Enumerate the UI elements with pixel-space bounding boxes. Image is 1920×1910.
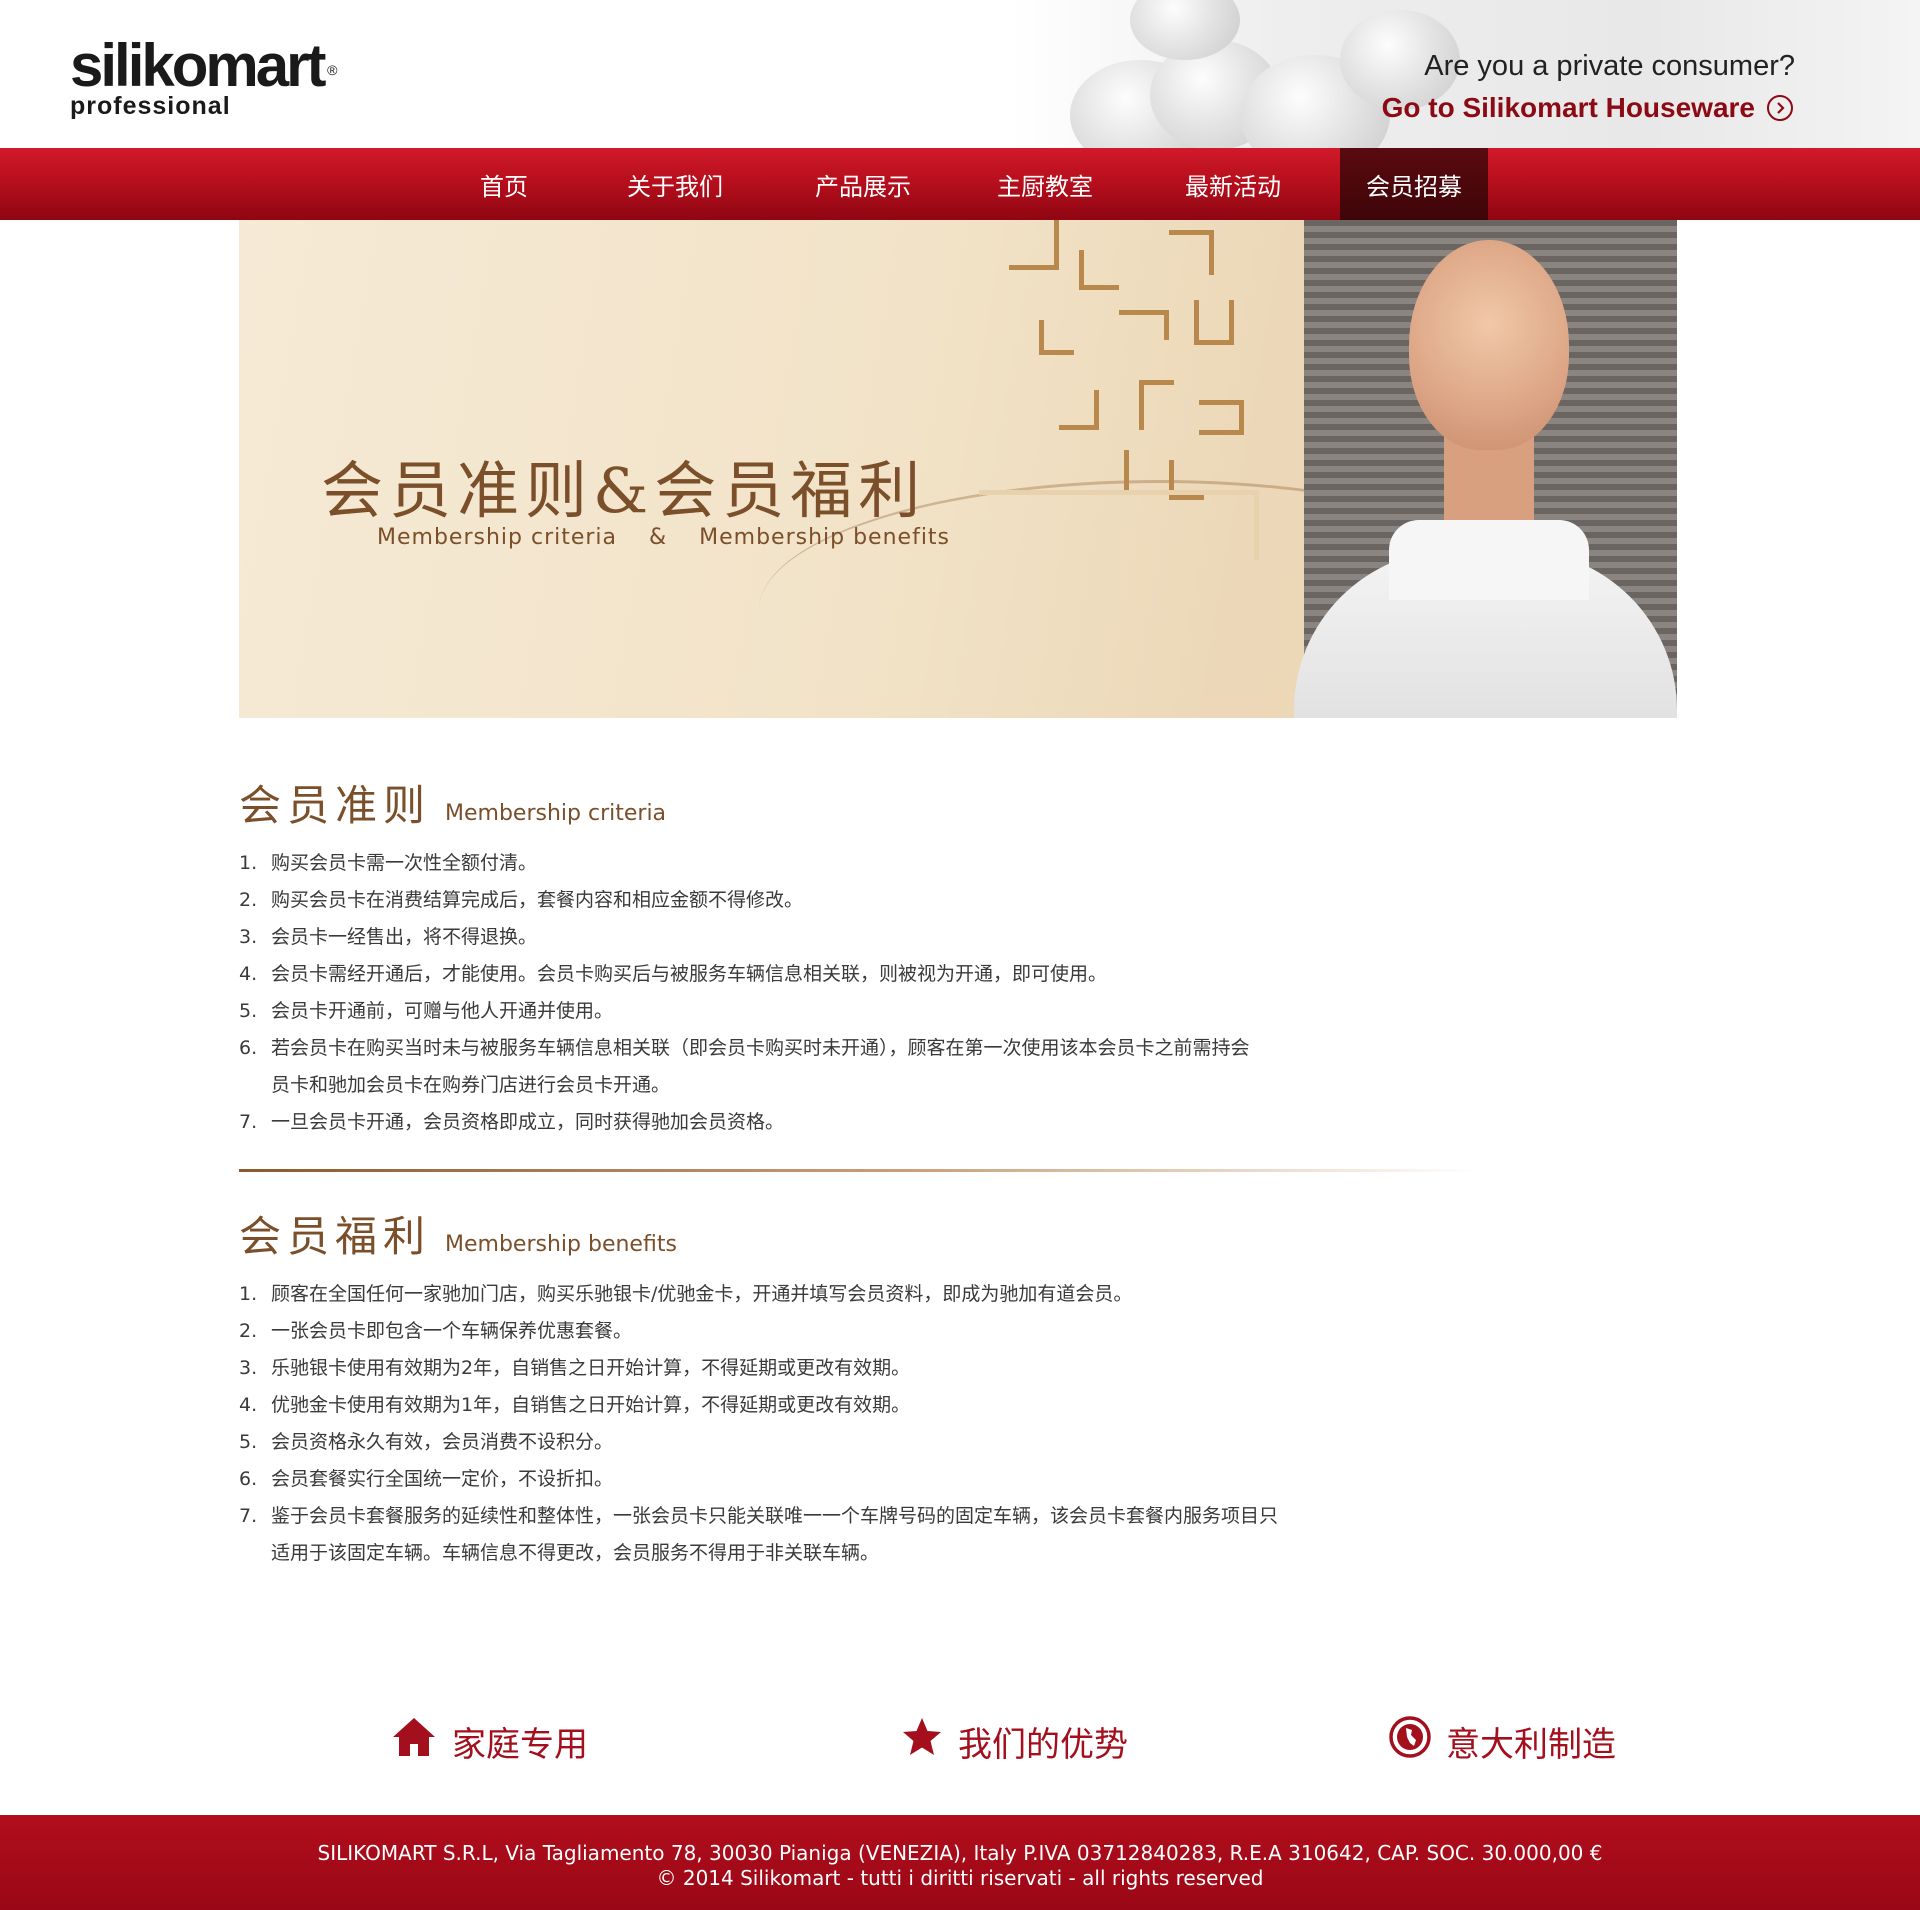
arrow-right-circle-icon bbox=[1767, 95, 1793, 121]
benefits-title-en: Membership benefits bbox=[445, 1232, 677, 1257]
criteria-list: 1. 购买会员卡需一次性全额付清。 2. 购买会员卡在消费结算完成后，套餐内容和相应… bbox=[239, 845, 1339, 1141]
list-item: 1. 顾客在全国任何一家驰加门店，购买乐驰银卡/优驰金卡，开通并填写会员资料，即成… bbox=[239, 1283, 1133, 1305]
list-item: 6. 会员套餐实行全国统一定价，不设折扣。 bbox=[239, 1468, 614, 1490]
benefits-list: 1. 顾客在全国任何一家驰加门店，购买乐驰银卡/优驰金卡，开通并填写会员资料，即成… bbox=[239, 1276, 1339, 1572]
main-nav: 首页 关于我们 产品展示 主厨教室 最新活动 会员招募 bbox=[0, 148, 1920, 220]
houseware-link[interactable]: Go to Silikomart Houseware bbox=[1382, 92, 1793, 124]
made-in-italy-label: 意大利制造 bbox=[1446, 1724, 1616, 1765]
nav-item-label: 会员招募 bbox=[1366, 172, 1462, 201]
chef-photo bbox=[1409, 240, 1569, 450]
list-item: 2. 一张会员卡即包含一个车辆保养优惠套餐。 bbox=[239, 1320, 633, 1342]
italy-emblem-icon bbox=[1388, 1715, 1432, 1768]
list-item: 5. 会员卡开通前，可赠与他人开通并使用。 bbox=[239, 1000, 614, 1022]
hero-banner: 会员准则&会员福利 Membership criteria & Membersh… bbox=[239, 220, 1677, 718]
nav-item-home[interactable]: 首页 bbox=[449, 148, 559, 220]
list-item: 4. 会员卡需经开通后，才能使用。会员卡购买后与被服务车辆信息相关联，则被视为开通… bbox=[239, 963, 1108, 985]
star-icon bbox=[900, 1715, 944, 1768]
banner-subtitle: Membership criteria & Membership benefit… bbox=[377, 525, 951, 550]
logo-wordmark: silikomart bbox=[70, 32, 326, 99]
section-divider bbox=[239, 1169, 1479, 1172]
criteria-heading: 会员准则 Membership criteria bbox=[239, 772, 1339, 833]
list-item: 1. 购买会员卡需一次性全额付清。 bbox=[239, 852, 538, 874]
list-item: 6. 若会员卡在购买当时未与被服务车辆信息相关联（即会员卡购买时未开通），顾客在第… bbox=[239, 1037, 1250, 1096]
nav-item-label: 最新活动 bbox=[1185, 172, 1281, 201]
list-item: 2. 购买会员卡在消费结算完成后，套餐内容和相应金额不得修改。 bbox=[239, 889, 804, 911]
list-item: 3. 乐驰银卡使用有效期为2年，自销售之日开始计算，不得延期或更改有效期。 bbox=[239, 1357, 911, 1379]
banner-title: 会员准则&会员福利 bbox=[321, 454, 927, 527]
list-item: 7. 鉴于会员卡套餐服务的延续性和整体性，一张会员卡只能关联唯一一个车牌号码的固定… bbox=[239, 1505, 1279, 1564]
criteria-section: 会员准则 Membership criteria 1. 购买会员卡需一次性全额付清… bbox=[239, 772, 1339, 1141]
made-in-italy-link[interactable]: 意大利制造 bbox=[1388, 1715, 1616, 1767]
nav-item-latest-events[interactable]: 最新活动 bbox=[1163, 148, 1303, 220]
nav-item-label: 首页 bbox=[480, 172, 528, 201]
home-use-link[interactable]: 家庭专用 bbox=[390, 1715, 588, 1767]
nav-item-products[interactable]: 产品展示 bbox=[793, 148, 933, 220]
benefits-section: 会员福利 Membership benefits 1. 顾客在全国任何一家驰加门店… bbox=[239, 1203, 1339, 1572]
registered-mark: ® bbox=[327, 62, 338, 78]
nav-item-label: 主厨教室 bbox=[997, 172, 1093, 201]
nav-item-membership[interactable]: 会员招募 bbox=[1340, 148, 1488, 220]
copyright: © 2014 Silikomart - tutti i diritti rise… bbox=[656, 1866, 1264, 1890]
criteria-title-zh: 会员准则 bbox=[239, 781, 432, 830]
consumer-question: Are you a private consumer? bbox=[1424, 50, 1795, 82]
nav-item-chef-class[interactable]: 主厨教室 bbox=[975, 148, 1115, 220]
house-icon bbox=[390, 1715, 438, 1768]
nav-item-label: 关于我们 bbox=[627, 172, 723, 201]
our-advantages-label: 我们的优势 bbox=[958, 1724, 1128, 1765]
list-item: 4. 优驰金卡使用有效期为1年，自销售之日开始计算，不得延期或更改有效期。 bbox=[239, 1394, 911, 1416]
site-footer: SILIKOMART S.R.L, Via Tagliamento 78, 30… bbox=[0, 1815, 1920, 1910]
benefits-heading: 会员福利 Membership benefits bbox=[239, 1203, 1339, 1264]
nav-item-label: 产品展示 bbox=[815, 172, 911, 201]
silikomart-logo[interactable]: silikomart ® professional bbox=[70, 34, 360, 130]
houseware-link-label: Go to Silikomart Houseware bbox=[1381, 92, 1755, 123]
nav-item-about[interactable]: 关于我们 bbox=[605, 148, 745, 220]
list-item: 7. 一旦会员卡开通，会员资格即成立，同时获得驰加会员资格。 bbox=[239, 1111, 785, 1133]
list-item: 5. 会员资格永久有效，会员消费不设积分。 bbox=[239, 1431, 614, 1453]
site-header: silikomart ® professional Are you a priv… bbox=[0, 0, 1920, 148]
benefits-title-zh: 会员福利 bbox=[239, 1212, 432, 1261]
list-item: 3. 会员卡一经售出，将不得退换。 bbox=[239, 926, 538, 948]
home-use-label: 家庭专用 bbox=[452, 1724, 588, 1765]
criteria-title-en: Membership criteria bbox=[445, 801, 667, 826]
company-info: SILIKOMART S.R.L, Via Tagliamento 78, 30… bbox=[317, 1841, 1603, 1865]
our-advantages-link[interactable]: 我们的优势 bbox=[900, 1715, 1128, 1767]
